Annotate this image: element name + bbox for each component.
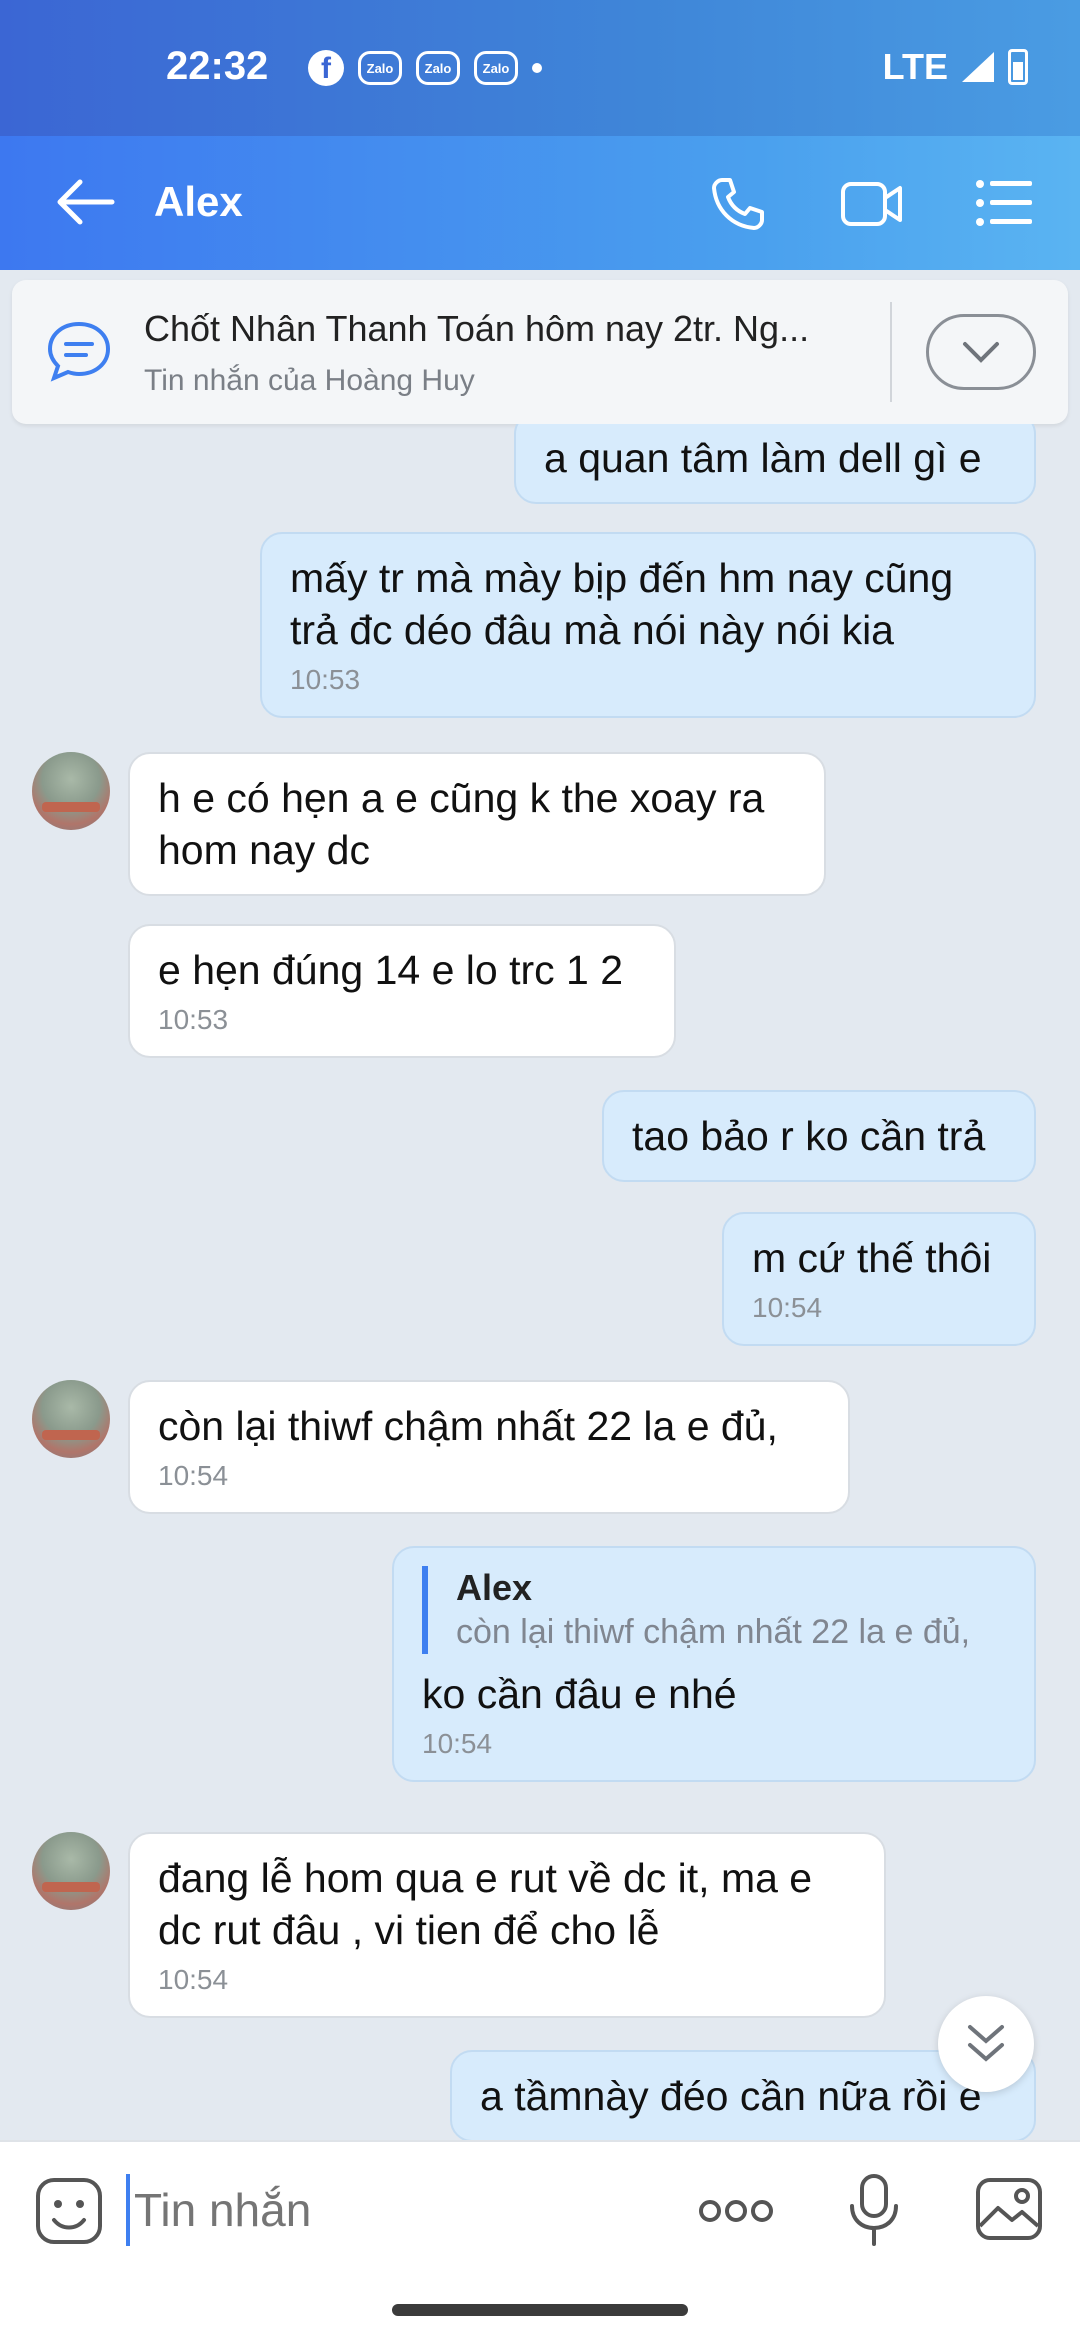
message-bubble[interactable]: a quan tâm làm dell gì e: [514, 424, 1036, 504]
message-bubble-icon: [47, 321, 111, 382]
divider: [890, 302, 892, 402]
message-time: 10:54: [158, 1460, 229, 1491]
message-time: 10:53: [290, 664, 361, 695]
pinned-title: Chốt Nhân Thanh Toán hôm nay 2tr. Ng...: [144, 308, 810, 349]
avatar[interactable]: [32, 1380, 110, 1458]
message-bubble[interactable]: đang lễ hom qua e rut về dc it, ma e dc …: [128, 1832, 886, 2018]
message-time: 10:54: [158, 1964, 229, 1995]
status-time: 22:32: [166, 44, 269, 88]
contact-name[interactable]: Alex: [154, 178, 243, 226]
message-input[interactable]: [126, 2174, 666, 2246]
message-text: e hẹn đúng 14 e lo trc 1 2: [158, 947, 624, 993]
zalo-icon: Zalo: [416, 51, 460, 85]
message-time: 10:53: [158, 1004, 229, 1035]
sticker-emoji-icon[interactable]: [34, 2176, 104, 2246]
double-chevron-down-icon: [968, 2025, 1004, 2062]
message-bubble[interactable]: h e có hẹn a e cũng k the xoay ra hom na…: [128, 752, 826, 896]
message-text: còn lại thiwf chậm nhất 22 la e đủ,: [158, 1403, 778, 1449]
zalo-icon: Zalo: [474, 51, 518, 85]
chevron-down-icon: [963, 342, 999, 363]
battery-icon: [1008, 49, 1028, 85]
more-options-icon[interactable]: [698, 2194, 774, 2228]
network-label: LTE: [882, 46, 948, 87]
home-indicator[interactable]: [392, 2304, 688, 2316]
status-bar: 22:32 f Zalo Zalo Zalo LTE: [0, 0, 1080, 136]
scroll-to-bottom-button[interactable]: [938, 1996, 1034, 2092]
back-arrow-icon[interactable]: [56, 176, 116, 228]
phone-call-icon[interactable]: [708, 174, 768, 234]
message-time: 10:54: [422, 1728, 493, 1759]
avatar[interactable]: [32, 752, 110, 830]
quoted-message[interactable]: Alex còn lại thiwf chậm nhất 22 la e đủ,: [422, 1566, 1006, 1654]
quoted-sender: Alex: [456, 1567, 533, 1608]
message-text: h e có hẹn a e cũng k the xoay ra hom na…: [158, 775, 765, 873]
message-text: ko cần đâu e nhé: [422, 1671, 737, 1717]
message-bubble[interactable]: m cứ thế thôi 10:54: [722, 1212, 1036, 1346]
pinned-subtitle: Tin nhắn của Hoàng Huy: [144, 364, 475, 397]
facebook-icon: f: [308, 50, 344, 86]
reply-message-bubble[interactable]: Alex còn lại thiwf chậm nhất 22 la e đủ,…: [392, 1546, 1036, 1782]
message-text: a quan tâm làm dell gì e: [544, 435, 982, 481]
message-time: 10:54: [752, 1292, 823, 1323]
message-bubble[interactable]: còn lại thiwf chậm nhất 22 la e đủ, 10:5…: [128, 1380, 850, 1514]
expand-pinned-button[interactable]: [926, 314, 1036, 390]
chat-header: Alex: [0, 136, 1080, 270]
message-composer: [0, 2140, 1080, 2340]
notification-icons: f Zalo Zalo Zalo: [308, 50, 542, 86]
message-text: đang lễ hom qua e rut về dc it, ma e dc …: [158, 1855, 813, 1953]
message-text: a tầmnày đéo cần nữa rồi e: [480, 2073, 982, 2119]
message-text: m cứ thế thôi: [752, 1235, 992, 1281]
menu-list-icon[interactable]: [974, 178, 1034, 228]
microphone-icon[interactable]: [846, 2172, 902, 2248]
message-text: mấy tr mà mày bịp đến hm nay cũng trả đc…: [290, 555, 954, 653]
message-text: tao bảo r ko cần trả: [632, 1113, 986, 1159]
pinned-message[interactable]: Chốt Nhân Thanh Toán hôm nay 2tr. Ng... …: [12, 280, 1068, 424]
avatar[interactable]: [32, 1832, 110, 1910]
zalo-icon: Zalo: [358, 51, 402, 85]
image-gallery-icon[interactable]: [974, 2176, 1044, 2242]
message-bubble[interactable]: mấy tr mà mày bịp đến hm nay cũng trả đc…: [260, 532, 1036, 718]
status-right: LTE: [883, 46, 1028, 88]
signal-icon: [962, 52, 994, 82]
message-bubble[interactable]: tao bảo r ko cần trả: [602, 1090, 1036, 1182]
more-notifications-dot-icon: [532, 63, 542, 73]
quoted-text: còn lại thiwf chậm nhất 22 la e đủ,: [456, 1613, 971, 1651]
message-bubble[interactable]: e hẹn đúng 14 e lo trc 1 2 10:53: [128, 924, 676, 1058]
message-list[interactable]: a quan tâm làm dell gì e mấy tr mà mày b…: [0, 424, 1080, 2140]
video-call-icon[interactable]: [840, 176, 904, 232]
